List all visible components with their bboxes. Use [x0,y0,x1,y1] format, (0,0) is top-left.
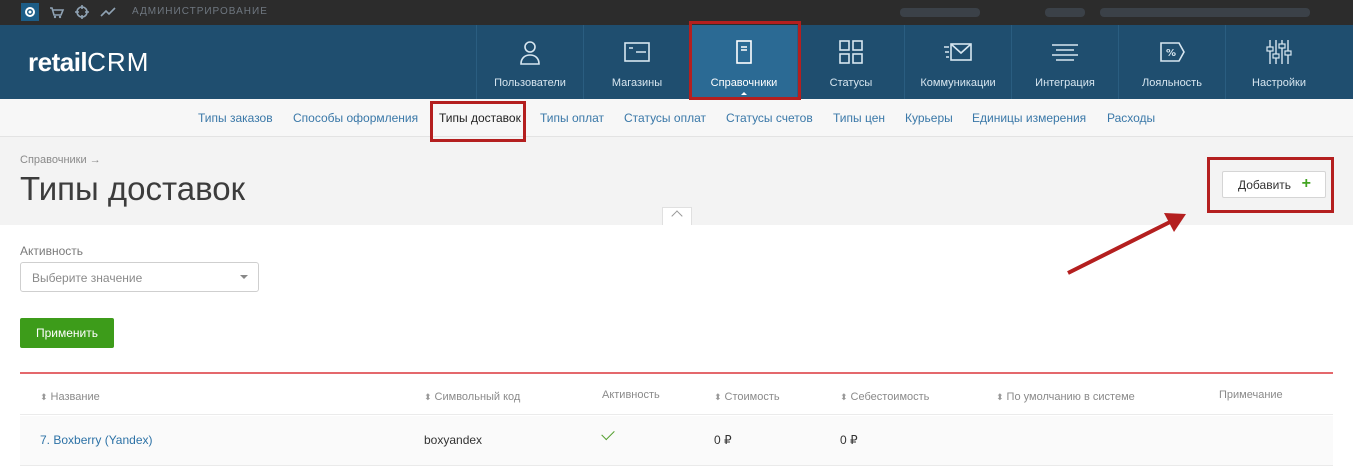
sort-icon: ⬍ [424,392,432,402]
subnav-units[interactable]: Единицы измерения [972,111,1086,125]
breadcrumb[interactable]: Справочники → [20,154,101,166]
nav-communications[interactable]: Коммуникации [904,25,1011,99]
checkmark-icon [601,426,615,441]
row-self-cost: 0 ₽ [840,433,858,447]
column-header-active: Активность [602,389,660,401]
page-title: Типы доставок [20,170,246,207]
subnav-order-types[interactable]: Типы заказов [198,111,273,125]
subnav-order-methods[interactable]: Способы оформления [293,111,418,125]
annotation-arrow [1067,213,1186,275]
column-header-default[interactable]: ⬍ По умолчанию в системе [996,391,1135,403]
subnav-costs[interactable]: Расходы [1107,111,1155,125]
nav-stores[interactable]: Магазины [583,25,690,99]
nav-users[interactable]: Пользователи [476,25,583,99]
retailcrm-logo[interactable]: retailCRM [28,47,149,78]
blurred-user-info [1100,8,1310,17]
admin-label: АДМИНИСТРИРОВАНИЕ [132,6,268,17]
user-icon [520,41,540,65]
highlight-add-button [1207,157,1334,213]
cart-icon[interactable] [47,3,65,21]
top-strip: АДМИНИСТРИРОВАНИЕ [0,0,1353,25]
activity-select[interactable]: Выберите значение [20,262,259,292]
gear-icon[interactable] [21,3,39,21]
directories-subnav: Типы заказов Способы оформления Типы дос… [0,99,1353,137]
envelope-icon [944,43,972,61]
highlight-directories-tab [689,21,801,100]
subnav-price-types[interactable]: Типы цен [833,111,885,125]
activity-select-placeholder: Выберите значение [32,271,143,285]
store-icon [624,42,650,62]
sort-icon: ⬍ [996,392,1004,402]
apply-button[interactable]: Применить [20,318,114,348]
blurred-user-info [900,8,980,17]
nav-statuses[interactable]: Статусы [797,25,904,99]
column-header-name[interactable]: ⬍ Название [40,391,100,403]
row-code: boxyandex [424,433,483,447]
chevron-up-icon [671,210,683,222]
collapse-toggle[interactable] [662,207,692,225]
main-header: retailCRM Пользователи Магазины Справочн… [0,25,1353,99]
column-header-note: Примечание [1219,389,1283,401]
subnav-couriers[interactable]: Курьеры [905,111,953,125]
sort-icon: ⬍ [40,392,48,402]
column-header-cost[interactable]: ⬍ Стоимость [714,391,780,403]
lines-icon [1052,44,1078,61]
subnav-invoice-statuses[interactable]: Статусы счетов [726,111,813,125]
sliders-icon [1266,40,1292,64]
nav-integration[interactable]: Интеграция [1011,25,1118,99]
subnav-payment-statuses[interactable]: Статусы оплат [624,111,706,125]
table-row[interactable]: 7. Boxberry (Yandex) boxyandex 0 ₽ 0 ₽ [20,416,1333,466]
sort-icon: ⬍ [840,392,848,402]
activity-filter-label: Активность [20,244,84,258]
percent-tag-icon: % [1160,42,1185,62]
nav-settings[interactable]: Настройки [1225,25,1332,99]
grid-icon [839,40,863,64]
nav-loyalty[interactable]: % Лояльность [1118,25,1225,99]
sort-icon: ⬍ [714,392,722,402]
crosshair-icon[interactable] [73,3,91,21]
row-cost: 0 ₽ [714,433,732,447]
row-name-link[interactable]: 7. Boxberry (Yandex) [40,433,153,447]
blurred-user-info [1045,8,1085,17]
column-header-self-cost[interactable]: ⬍ Себестоимость [840,391,929,403]
chart-icon[interactable] [99,3,117,21]
chevron-down-icon [240,275,248,279]
column-header-code[interactable]: ⬍ Символьный код [424,391,520,403]
subnav-payment-types[interactable]: Типы оплат [540,111,604,125]
delivery-types-table: ⬍ Название ⬍ Символьный код Активность ⬍ Ст… [20,372,1333,466]
highlight-delivery-types [430,101,526,142]
header-divider [20,414,1333,415]
svg-text:%: % [1166,48,1176,59]
